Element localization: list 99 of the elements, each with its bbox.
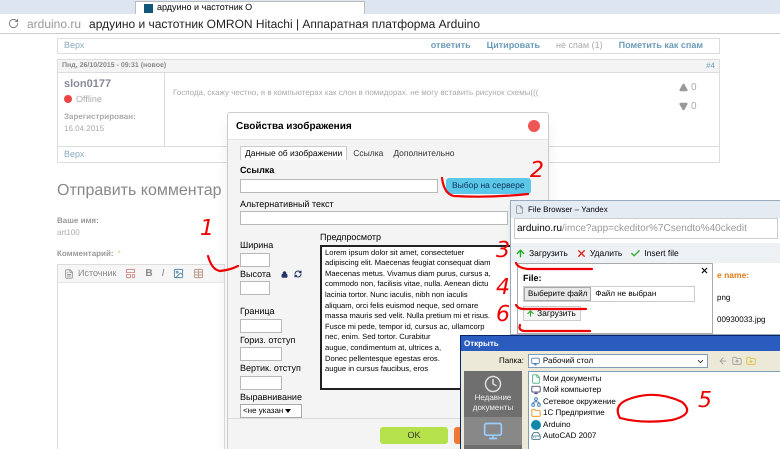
server-button[interactable]: Выбор на сервере	[446, 178, 531, 194]
dropdown-arrow-icon	[285, 409, 292, 414]
app-logo-icon	[531, 420, 541, 430]
vote-up-icon[interactable]	[679, 83, 688, 92]
recent-documents-icon[interactable]	[484, 375, 502, 393]
folder-select[interactable]: Рабочий стол	[528, 354, 708, 368]
close-icon[interactable]	[700, 266, 709, 275]
network-icon	[531, 396, 541, 407]
name-value: art100	[57, 227, 80, 239]
dialog-title: Свойства изображения	[236, 120, 352, 134]
toolbar-button[interactable]: Удалить	[576, 246, 622, 260]
upload-arrow-icon	[515, 248, 526, 258]
field-label: Ссылка	[240, 164, 274, 178]
vote-count: 0	[691, 100, 697, 114]
desktop-icon	[530, 356, 540, 366]
address-domain: arduino.ru	[27, 16, 82, 32]
post-text: Господа, скажу честно, я в компьютерах как слон в помидорах. не могу вставить рисунок схемы(((	[173, 88, 538, 97]
action-text: не спам (1)	[556, 39, 603, 52]
registered-date: 16.04.2015	[64, 123, 106, 135]
desktop-icon[interactable]	[483, 421, 503, 441]
image-icon[interactable]	[173, 268, 184, 279]
comment-label: Комментарий:	[57, 248, 114, 260]
form-heading: Отправить комментар	[57, 181, 222, 201]
favicon-icon	[144, 4, 153, 12]
input-field[interactable]	[240, 281, 270, 296]
ok-button[interactable]: OK	[380, 427, 448, 444]
field-label: Вертик. отступ	[240, 362, 301, 376]
toolbar-button[interactable]: Insert file	[630, 246, 679, 260]
url-path: /imce?app=ckeditor%7Csendto%40ckedit	[562, 222, 747, 236]
field-label: Граница	[240, 305, 275, 318]
annotation-number: 2	[530, 160, 544, 182]
field-label: Альтернативный текст	[240, 198, 334, 211]
window-title: File Browser – Yandex	[528, 204, 608, 216]
name-label: Ваше имя:	[57, 215, 99, 227]
address-title: ардуино и частотник OMRON Hitachi | Аппаратная платформа Arduino	[89, 16, 480, 32]
place-label[interactable]: Недавние документы	[464, 393, 522, 413]
annotation-number: 6	[496, 304, 510, 326]
delete-icon	[576, 248, 587, 258]
new-folder-icon[interactable]	[746, 356, 756, 366]
file-item[interactable]: AutoCAD 2007	[543, 430, 596, 442]
file-item[interactable]: Мои документы	[543, 372, 602, 385]
input-field[interactable]	[240, 252, 270, 267]
dialog-title: Открыть	[464, 338, 499, 350]
alt-text-field[interactable]	[240, 211, 508, 226]
page-icon	[515, 205, 524, 214]
browser-tab[interactable]: ардуино и частотник О	[135, 1, 365, 14]
input-field[interactable]	[240, 376, 282, 390]
url-domain: arduino.ru	[517, 222, 562, 236]
toolbar-button[interactable]: Загрузить	[515, 246, 568, 260]
align-select[interactable]: <не указан	[240, 404, 302, 418]
input-field[interactable]	[240, 318, 282, 333]
file-item[interactable]: 1С Предприятие	[543, 407, 605, 420]
file-item[interactable]: Мой компьютер	[543, 384, 602, 396]
status-text: Offline	[76, 92, 102, 106]
table-icon[interactable]	[193, 268, 204, 279]
lock-icon[interactable]	[280, 270, 288, 278]
column-header: e name:	[717, 269, 750, 282]
choose-file-button[interactable]: Выберите файл	[524, 286, 592, 300]
annotation-underline	[206, 254, 240, 274]
document-icon	[64, 268, 74, 278]
document-icon	[531, 374, 541, 384]
file-input[interactable]: Выберите файл Файл не выбран	[523, 286, 695, 302]
folder-label: Папка:	[499, 355, 524, 367]
upload-arrow-icon	[526, 308, 535, 318]
annotation-number: 4	[496, 277, 510, 299]
templates-icon[interactable]	[125, 268, 136, 279]
computer-icon	[531, 385, 541, 396]
dialog-tab[interactable]: Дополнительно	[389, 146, 459, 160]
file-label: File:	[523, 272, 543, 285]
back-icon[interactable]	[718, 356, 728, 366]
vote-down-icon[interactable]	[679, 102, 688, 111]
reset-icon[interactable]	[294, 270, 302, 278]
file-name[interactable]: png	[717, 292, 766, 304]
required-mark: *	[118, 248, 121, 260]
field-label: Выравнивание	[240, 390, 302, 404]
url-bar[interactable]: arduino.ru/imce?app=ckeditor%7Csendto%40ckedit	[514, 218, 778, 239]
file-name[interactable]: 00930033.jpg	[717, 314, 766, 326]
field-label: Гориз. отступ	[240, 334, 296, 347]
reload-icon[interactable]	[8, 18, 19, 29]
vote-count: 0	[691, 81, 697, 95]
field-label: Ширина	[240, 239, 274, 252]
tab-title: ардуино и частотник О	[157, 1, 252, 14]
post-number: #4	[706, 60, 715, 72]
field-label: Высота	[240, 268, 271, 281]
check-icon	[630, 248, 642, 258]
drive-icon	[531, 431, 541, 442]
folder-icon	[531, 408, 541, 418]
registered-label: Зарегистрирован:	[64, 111, 137, 123]
dialog-tab[interactable]: Данные об изображении	[240, 146, 348, 160]
annotation-number: 1	[200, 218, 214, 240]
dialog-tab[interactable]: Ссылка	[349, 146, 388, 160]
file-item[interactable]: Arduino	[543, 418, 571, 431]
input-field[interactable]	[240, 347, 282, 362]
annotation-number: 5	[698, 390, 712, 412]
folder-up-icon[interactable]	[732, 356, 742, 366]
url-field[interactable]	[240, 178, 438, 193]
no-file-text: Файл не выбран	[595, 288, 656, 300]
file-item[interactable]: Сетевое окружение	[543, 396, 616, 408]
preview-label: Предпросмотр	[320, 231, 382, 244]
